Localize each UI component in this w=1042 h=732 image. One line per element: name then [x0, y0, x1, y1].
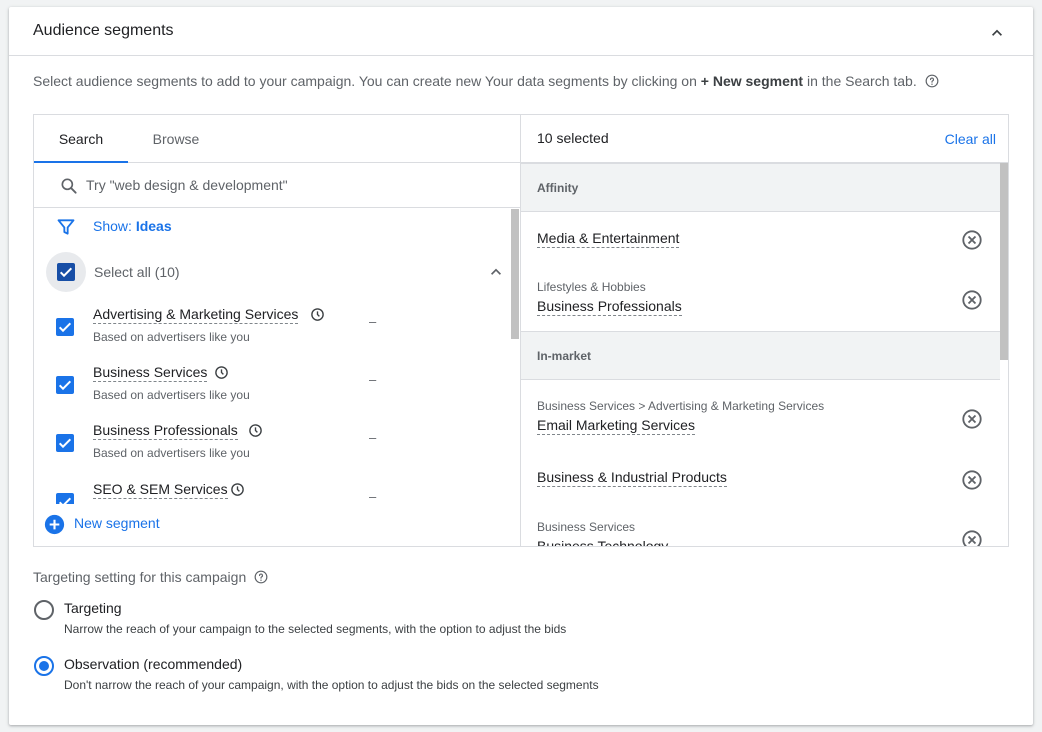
filter-label[interactable]: Show: Ideas: [93, 218, 172, 234]
chevron-up-icon[interactable]: [486, 262, 506, 282]
select-all-checkbox[interactable]: [57, 263, 75, 281]
segment-name[interactable]: Business Professionals: [93, 422, 238, 440]
right-scrollbar[interactable]: [1000, 163, 1008, 360]
selected-item-parent: Lifestyles & Hobbies: [537, 280, 646, 294]
segment-checkbox[interactable]: [56, 493, 74, 504]
list-item[interactable]: Advertising & Marketing Services Based o…: [56, 306, 496, 364]
new-segment-label: New segment: [74, 515, 160, 531]
selected-header: 10 selected Clear all: [521, 115, 1008, 163]
card-header[interactable]: Audience segments: [9, 7, 1033, 56]
segment-list: Show: Ideas Select all (10) Advertising …: [34, 208, 520, 504]
remove-circle-icon[interactable]: [961, 469, 983, 491]
segment-checkbox[interactable]: [56, 376, 74, 394]
selected-item-name[interactable]: Email Marketing Services: [537, 417, 695, 435]
group-title: In-market: [537, 349, 592, 363]
segment-picker: Search Browse Show: Ideas: [33, 114, 1009, 547]
search-icon: [61, 178, 77, 194]
segment-size: –: [369, 314, 377, 329]
segment-source: Based on advertisers like you: [93, 446, 250, 460]
check-icon: [58, 438, 72, 449]
segment-source: Based on advertisers like you: [93, 330, 250, 344]
group-title: Affinity: [537, 181, 579, 195]
segment-source: Based on advertisers like you: [93, 388, 250, 402]
list-item[interactable]: Business Professionals Based on advertis…: [56, 422, 496, 480]
filter-icon[interactable]: [56, 217, 76, 237]
clock-icon: [311, 308, 324, 321]
segment-checkbox[interactable]: [56, 434, 74, 452]
select-all-label: Select all (10): [94, 264, 180, 280]
selected-item-name[interactable]: Business & Industrial Products: [537, 469, 727, 487]
segment-name[interactable]: Business Services: [93, 364, 208, 382]
selected-item: Business Services Business Technology: [521, 520, 1000, 546]
selected-list: Affinity Media & Entertainment Lifestyle…: [521, 163, 1008, 546]
selected-count: 10 selected: [537, 130, 609, 146]
check-icon: [58, 380, 72, 391]
audience-segments-card: Audience segments Select audience segmen…: [9, 7, 1033, 725]
option-description: Don't narrow the reach of your campaign,…: [64, 678, 599, 692]
description: Select audience segments to add to your …: [33, 73, 939, 89]
targeting-title-text: Targeting setting for this campaign: [33, 569, 247, 585]
selected-item: Media & Entertainment: [521, 226, 1000, 286]
targeting-title: Targeting setting for this campaign: [33, 569, 268, 585]
selected-item-name[interactable]: Media & Entertainment: [537, 230, 680, 248]
remove-circle-icon[interactable]: [961, 229, 983, 251]
description-text: Select audience segments to add to your …: [33, 73, 701, 89]
check-icon: [58, 497, 72, 504]
selected-item: Business & Industrial Products: [521, 466, 1000, 526]
group-header-affinity: Affinity: [521, 163, 1000, 212]
add-circle-icon: [44, 514, 65, 535]
selected-item-parent: Business Services: [537, 520, 636, 534]
segment-size: –: [369, 372, 377, 387]
tab-browse[interactable]: Browse: [128, 115, 224, 163]
clock-icon: [215, 366, 228, 379]
observation-radio[interactable]: [34, 656, 54, 676]
option-description: Narrow the reach of your campaign to the…: [64, 622, 567, 636]
search-row: [34, 163, 520, 208]
search-input[interactable]: [86, 173, 506, 197]
remove-circle-icon[interactable]: [961, 289, 983, 311]
clear-all-button[interactable]: Clear all: [945, 131, 996, 147]
segment-name[interactable]: Advertising & Marketing Services: [93, 306, 299, 324]
remove-circle-icon[interactable]: [961, 529, 983, 546]
targeting-option[interactable]: Targeting Narrow the reach of your campa…: [33, 598, 733, 638]
segment-name[interactable]: SEO & SEM Services: [93, 481, 228, 499]
tab-bar: Search Browse: [34, 115, 520, 163]
check-icon: [58, 322, 72, 333]
search-pane: Search Browse Show: Ideas: [34, 115, 521, 546]
group-header-in-market: In-market: [521, 331, 1000, 380]
tab-search[interactable]: Search: [34, 115, 128, 163]
observation-option[interactable]: Observation (recommended) Don't narrow t…: [33, 654, 733, 694]
help-icon[interactable]: [925, 74, 939, 88]
select-all-row[interactable]: Select all (10): [46, 252, 506, 292]
filter-prefix: Show:: [93, 218, 136, 234]
selected-item-name[interactable]: Business Technology: [537, 538, 668, 546]
selected-pane: 10 selected Clear all Affinity Media & E…: [521, 115, 1008, 546]
clock-icon: [249, 424, 262, 437]
option-label: Targeting: [64, 600, 122, 616]
list-item[interactable]: SEO & SEM Services –: [56, 481, 496, 504]
list-item[interactable]: Business Services Based on advertisers l…: [56, 364, 496, 422]
card-title: Audience segments: [33, 22, 174, 39]
description-bold: + New segment: [700, 73, 804, 89]
segment-size: –: [369, 489, 377, 504]
segment-checkbox[interactable]: [56, 318, 74, 336]
selected-item-name[interactable]: Business Professionals: [537, 298, 682, 316]
selected-item-parent: Business Services > Advertising & Market…: [537, 399, 825, 413]
clock-icon: [231, 483, 244, 496]
help-icon[interactable]: [254, 570, 268, 584]
selected-item: Business Services > Advertising & Market…: [521, 399, 1000, 459]
option-label: Observation (recommended): [64, 656, 243, 672]
remove-circle-icon[interactable]: [961, 408, 983, 430]
description-suffix: in the Search tab.: [803, 73, 917, 89]
segment-size: –: [369, 430, 377, 445]
chevron-up-icon[interactable]: [987, 23, 1007, 43]
targeting-radio[interactable]: [34, 600, 54, 620]
check-icon: [59, 267, 73, 278]
filter-value: Ideas: [135, 218, 172, 234]
